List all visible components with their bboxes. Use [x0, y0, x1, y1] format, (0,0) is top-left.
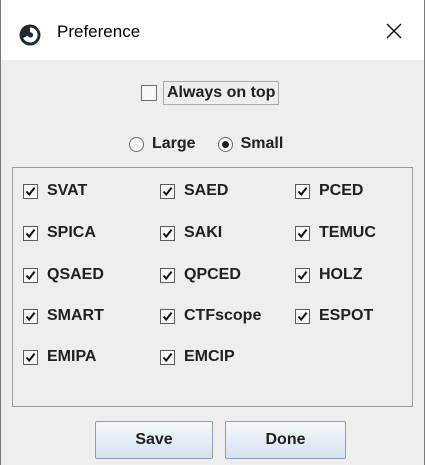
option-checkbox-emcip[interactable]: EMCIP — [160, 345, 235, 369]
checkmark-icon — [162, 228, 173, 239]
options-panel: SVAT SAED PCED SPICA SAKI TEMUC QSAED QPCED HOLZ… — [12, 167, 413, 407]
checkbox-box[interactable] — [160, 225, 175, 241]
option-checkbox-emipa[interactable]: EMIPA — [23, 345, 96, 369]
option-checkbox-ctfscope[interactable]: CTFscope — [160, 304, 261, 328]
checkbox-box[interactable] — [23, 267, 38, 283]
checkbox-box[interactable] — [160, 349, 175, 365]
option-checkbox-spica[interactable]: SPICA — [23, 221, 96, 245]
close-button[interactable] — [378, 18, 410, 48]
save-button[interactable]: Save — [95, 421, 213, 459]
option-checkbox-pced[interactable]: PCED — [295, 179, 363, 203]
checkmark-icon — [162, 186, 173, 197]
close-icon — [386, 23, 402, 44]
option-label: SPICA — [47, 224, 96, 241]
option-checkbox-svat[interactable]: SVAT — [23, 179, 87, 203]
preference-dialog: Preference Always on top Large Small SVA… — [0, 0, 425, 465]
checkmark-icon — [297, 228, 308, 239]
always-on-top-box[interactable] — [141, 85, 157, 101]
checkmark-icon — [297, 186, 308, 197]
option-checkbox-qsaed[interactable]: QSAED — [23, 263, 104, 287]
option-checkbox-temuc[interactable]: TEMUC — [295, 221, 376, 245]
checkmark-icon — [162, 352, 173, 363]
option-label: SMART — [47, 307, 104, 324]
option-label: PCED — [319, 182, 364, 199]
always-on-top-label: Always on top — [163, 81, 280, 105]
window-title: Preference — [57, 22, 141, 41]
option-label: SAED — [184, 182, 229, 199]
checkbox-box[interactable] — [160, 267, 175, 283]
option-label: EMCIP — [184, 348, 235, 365]
always-on-top-checkbox[interactable]: Always on top — [141, 76, 280, 110]
dialog-content: Always on top Large Small SVAT SAED PCED SP… — [1, 60, 424, 465]
checkbox-box[interactable] — [160, 183, 175, 199]
checkmark-icon — [25, 186, 36, 197]
checkbox-box[interactable] — [23, 183, 38, 199]
radio-small-label: Small — [240, 135, 284, 152]
title-bar: Preference — [1, 0, 424, 60]
option-label: ESPOT — [319, 307, 374, 324]
option-checkbox-smart[interactable]: SMART — [23, 304, 104, 328]
done-button[interactable]: Done — [225, 421, 346, 459]
checkmark-icon — [25, 270, 36, 281]
checkmark-icon — [162, 311, 173, 322]
app-logo-icon — [19, 24, 41, 46]
option-checkbox-saki[interactable]: SAKI — [160, 221, 222, 245]
option-label: SVAT — [47, 182, 88, 199]
checkbox-box[interactable] — [23, 349, 38, 365]
checkmark-icon — [25, 228, 36, 239]
option-label: TEMUC — [319, 224, 376, 241]
option-label: EMIPA — [47, 348, 97, 365]
option-checkbox-espot[interactable]: ESPOT — [295, 304, 373, 328]
radio-large-label: Large — [152, 135, 196, 152]
checkbox-box[interactable] — [295, 183, 310, 199]
checkmark-icon — [25, 311, 36, 322]
checkbox-box[interactable] — [295, 308, 310, 324]
checkbox-box[interactable] — [23, 308, 38, 324]
checkmark-icon — [297, 270, 308, 281]
checkmark-icon — [25, 352, 36, 363]
checkbox-box[interactable] — [23, 225, 38, 241]
radio-large[interactable] — [129, 136, 144, 152]
option-label: QSAED — [47, 266, 104, 283]
option-checkbox-saed[interactable]: SAED — [160, 179, 228, 203]
checkmark-icon — [162, 270, 173, 281]
option-label: QPCED — [184, 266, 241, 283]
checkbox-box[interactable] — [295, 267, 310, 283]
option-checkbox-holz[interactable]: HOLZ — [295, 263, 363, 287]
checkbox-box[interactable] — [295, 225, 310, 241]
option-checkbox-qpced[interactable]: QPCED — [160, 263, 241, 287]
radio-selected-dot — [221, 140, 229, 148]
option-label: HOLZ — [319, 266, 363, 283]
checkmark-icon — [297, 311, 308, 322]
size-radio-group: Large Small — [129, 131, 283, 157]
radio-small[interactable] — [217, 136, 233, 152]
checkbox-box[interactable] — [160, 308, 175, 324]
option-label: SAKI — [184, 224, 223, 241]
option-label: CTFscope — [184, 307, 262, 324]
